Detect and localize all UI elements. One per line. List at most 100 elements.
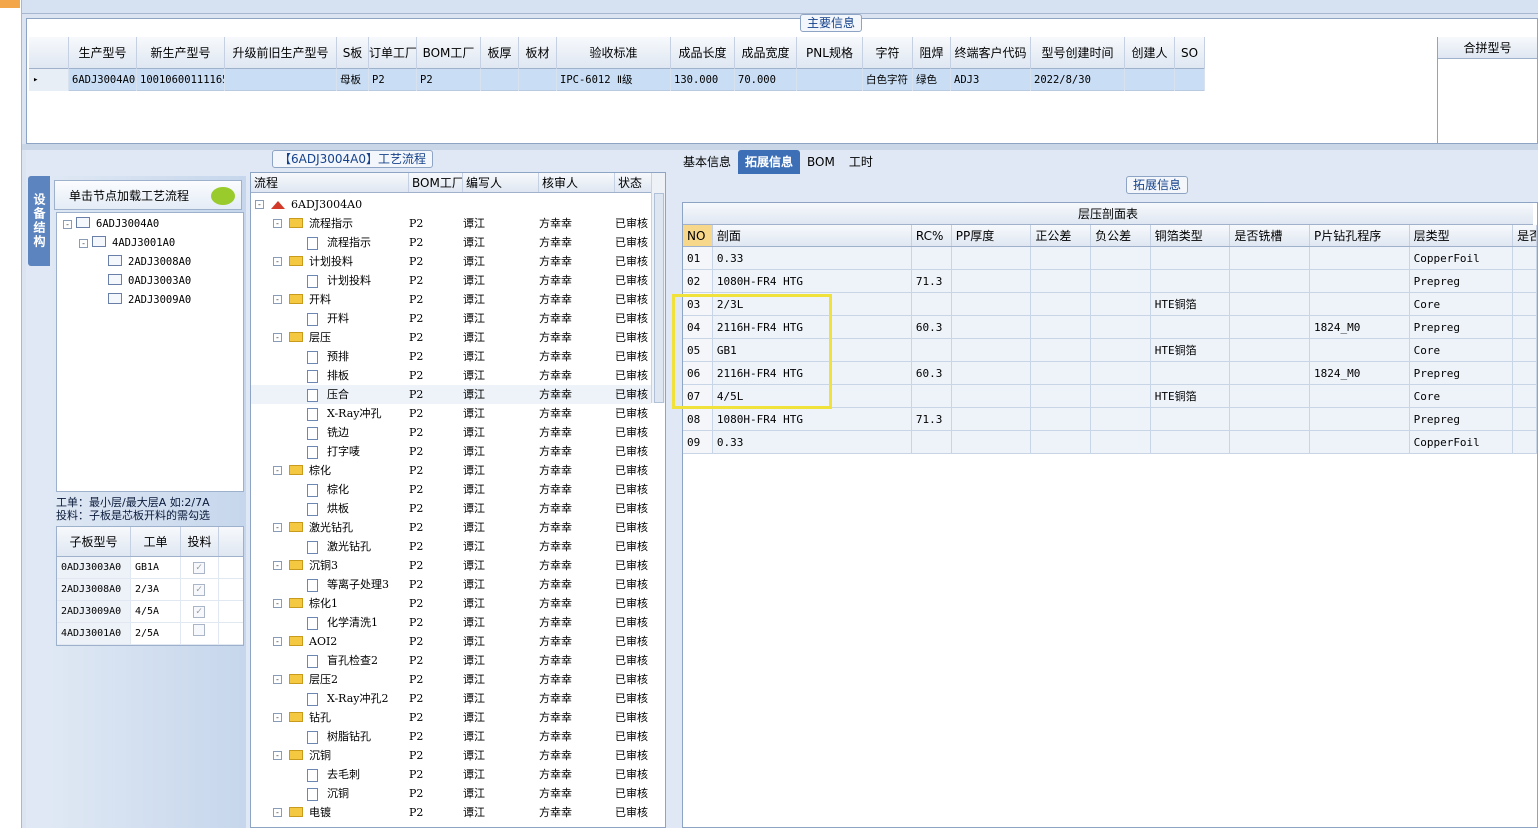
layer-cell[interactable]: 01 [683, 247, 713, 269]
layer-row[interactable]: 08 1080H-FR4 HTG 71.3 Prepreg [683, 408, 1537, 431]
main-col-header[interactable]: 生产型号 [69, 37, 137, 69]
layer-cell[interactable] [1031, 431, 1092, 453]
main-cell[interactable]: 绿色 [913, 69, 951, 91]
layer-cell[interactable]: 1080H-FR4 HTG [713, 270, 912, 292]
layer-col-header[interactable]: 铜箔类型 [1151, 225, 1231, 246]
main-col-header[interactable]: 成品宽度 [735, 37, 797, 69]
layer-cell[interactable] [952, 293, 1032, 315]
layer-cell[interactable] [1091, 362, 1151, 384]
main-cell[interactable]: 130.000 [671, 69, 735, 91]
layer-col-header[interactable]: 层类型 [1410, 225, 1514, 246]
flow-row[interactable]: - 计划投料 P2 谭江 方幸幸 已审核 [251, 252, 651, 271]
layer-cell[interactable] [952, 270, 1032, 292]
flow-col-header[interactable]: BOM工厂 [409, 173, 463, 192]
layer-cell[interactable] [1310, 247, 1410, 269]
flow-row[interactable]: - AOI2 P2 谭江 方幸幸 已审核 [251, 632, 651, 651]
layer-cell[interactable]: 1824_M0 [1310, 316, 1410, 338]
flow-node[interactable]: - 层压 [251, 328, 405, 347]
layer-cell[interactable] [1151, 362, 1231, 384]
flow-node[interactable]: 开料 [251, 309, 405, 328]
layer-cell[interactable] [912, 293, 952, 315]
flow-node[interactable]: - 6ADJ3004A0 [251, 195, 405, 214]
tree-expander[interactable]: - [63, 220, 72, 229]
main-cell[interactable]: 10010600111165 [137, 69, 225, 91]
scroll-thumb[interactable] [654, 193, 664, 403]
layer-cell[interactable] [952, 362, 1032, 384]
flow-row[interactable]: 预排 P2 谭江 方幸幸 已审核 [251, 347, 651, 366]
layer-cell[interactable] [1031, 339, 1092, 361]
flow-node[interactable]: - 沉铜3 [251, 556, 405, 575]
sub-row[interactable]: 0ADJ3003A0 GB1A ✓ [57, 557, 243, 579]
tree-expander[interactable]: - [255, 200, 264, 209]
flow-node[interactable]: - AOI2 [251, 632, 405, 651]
layer-cell[interactable] [952, 408, 1032, 430]
flow-row[interactable]: 化学清洗1 P2 谭江 方幸幸 已审核 [251, 613, 651, 632]
flow-row[interactable]: 烘板 P2 谭江 方幸幸 已审核 [251, 499, 651, 518]
tree-expander[interactable]: - [273, 333, 282, 342]
layer-cell[interactable] [1091, 293, 1151, 315]
sub-order[interactable]: 4/5A [131, 601, 181, 622]
flow-row[interactable]: 计划投料 P2 谭江 方幸幸 已审核 [251, 271, 651, 290]
layer-cell[interactable] [1091, 408, 1151, 430]
main-col-header[interactable]: 板厚 [481, 37, 519, 69]
layer-cell[interactable]: Prepreg [1410, 316, 1514, 338]
layer-cell[interactable] [1513, 316, 1537, 338]
main-grid-row[interactable]: ▸ 6ADJ3004A0 10010600111165 母板 P2 P2 IPC-6012 … [29, 69, 1205, 91]
main-cell[interactable] [1125, 69, 1175, 91]
main-cell[interactable]: 70.000 [735, 69, 797, 91]
flow-node[interactable]: 等离子处理3 [251, 575, 405, 594]
flow-col-header[interactable]: 流程 [251, 173, 409, 192]
layer-cell[interactable]: 08 [683, 408, 713, 430]
layer-cell[interactable] [1513, 431, 1537, 453]
flow-row[interactable]: 树脂钻孔 P2 谭江 方幸幸 已审核 [251, 727, 651, 746]
layer-col-header[interactable]: 剖面 [713, 225, 912, 246]
layer-col-header[interactable]: P片钻孔程序 [1310, 225, 1410, 246]
flow-node[interactable]: - 钻孔 [251, 708, 405, 727]
layer-cell[interactable] [1151, 408, 1231, 430]
layer-cell[interactable] [1230, 362, 1311, 384]
flow-row[interactable]: 沉铜 P2 谭江 方幸幸 已审核 [251, 784, 651, 803]
layer-cell[interactable] [1310, 293, 1410, 315]
flow-node[interactable]: X-Ray冲孔 [251, 404, 405, 423]
layer-cell[interactable] [1230, 339, 1311, 361]
flow-row[interactable]: 打字唛 P2 谭江 方幸幸 已审核 [251, 442, 651, 461]
flow-node[interactable]: 激光钻孔 [251, 537, 405, 556]
layer-cell[interactable] [952, 316, 1032, 338]
flow-row[interactable]: 等离子处理3 P2 谭江 方幸幸 已审核 [251, 575, 651, 594]
main-col-header[interactable]: 成品长度 [671, 37, 735, 69]
flow-row[interactable]: - 沉铜 P2 谭江 方幸幸 已审核 [251, 746, 651, 765]
feed-checkbox[interactable]: ✓ [193, 606, 205, 618]
flow-row[interactable]: 流程指示 P2 谭江 方幸幸 已审核 [251, 233, 651, 252]
tree-node[interactable]: 2ADJ3009A0 [95, 291, 191, 309]
flow-node[interactable]: - 流程指示 [251, 214, 405, 233]
layer-cell[interactable]: 60.3 [912, 316, 952, 338]
flow-scrollbar[interactable] [651, 173, 665, 403]
flow-row[interactable]: - 激光钻孔 P2 谭江 方幸幸 已审核 [251, 518, 651, 537]
layer-cell[interactable] [952, 339, 1032, 361]
tree-expander[interactable]: - [273, 257, 282, 266]
layer-cell[interactable] [1151, 247, 1231, 269]
sub-feed[interactable]: ✓ [181, 557, 219, 578]
tree-expander[interactable]: - [273, 219, 282, 228]
flow-node[interactable]: - 电镀 [251, 803, 405, 822]
main-cell[interactable]: IPC-6012 Ⅱ级 [557, 69, 671, 91]
flow-row[interactable]: X-Ray冲孔2 P2 谭江 方幸幸 已审核 [251, 689, 651, 708]
main-cell[interactable] [225, 69, 337, 91]
layer-cell[interactable]: 09 [683, 431, 713, 453]
tree-expander[interactable]: - [273, 561, 282, 570]
main-col-header[interactable]: 验收标准 [557, 37, 671, 69]
flow-node[interactable]: - 沉铜 [251, 746, 405, 765]
layer-cell[interactable]: 71.3 [912, 408, 952, 430]
sub-row[interactable]: 2ADJ3009A0 4/5A ✓ [57, 601, 243, 623]
main-cell[interactable]: 母板 [337, 69, 369, 91]
main-col-header[interactable]: S板 [337, 37, 369, 69]
layer-cell[interactable]: Core [1410, 293, 1514, 315]
flow-row[interactable]: - 沉铜3 P2 谭江 方幸幸 已审核 [251, 556, 651, 575]
layer-cell[interactable] [1031, 385, 1092, 407]
flow-node[interactable]: 预排 [251, 347, 405, 366]
layer-cell[interactable] [1230, 385, 1311, 407]
layer-cell[interactable] [1031, 362, 1092, 384]
layer-cell[interactable] [1151, 270, 1231, 292]
flow-node[interactable]: 打字唛 [251, 442, 405, 461]
layer-row[interactable]: 02 1080H-FR4 HTG 71.3 Prepreg [683, 270, 1537, 293]
